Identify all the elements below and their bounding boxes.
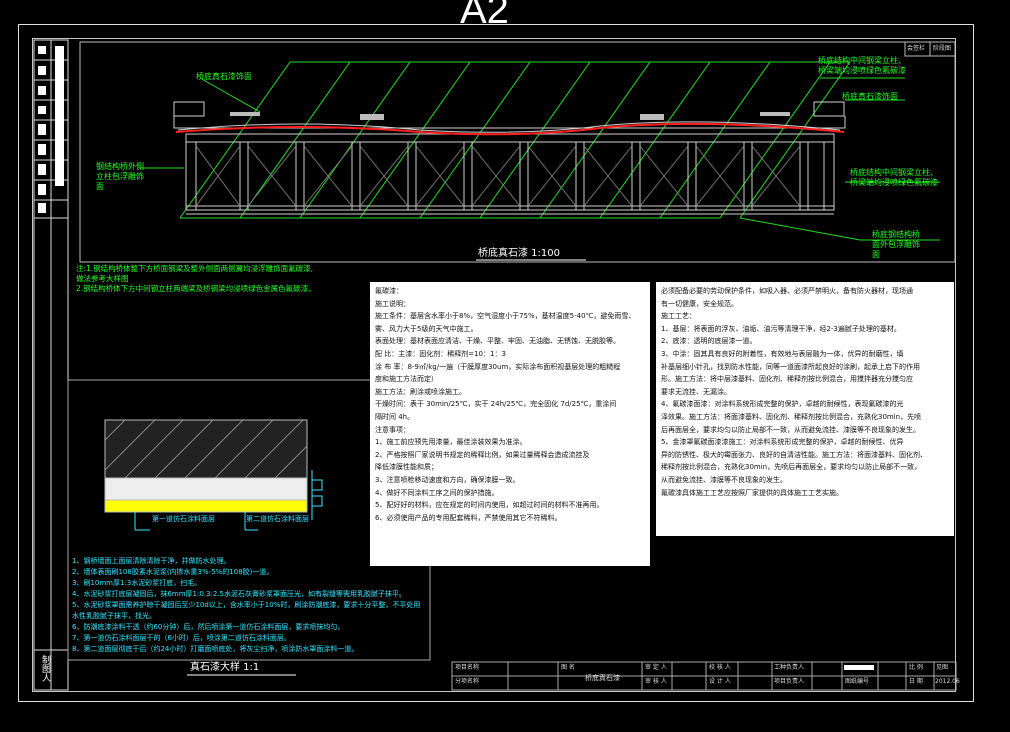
stamp-label-2: 阶段图 [933, 45, 952, 52]
tb-proofer-label: 校 核 人 [709, 664, 731, 671]
side-label: 制图人 [40, 655, 50, 682]
main-drawing-title: 桥底真石漆 1:100 [478, 248, 560, 259]
detail-label-2: 第二道仿石涂料面层 [246, 514, 309, 525]
detail-steps: 1、钢桥墙面上面层清除清除干净，并做防水处理。 2、墙体表面刷108胶素水泥浆(… [72, 557, 421, 653]
deck-paint-line [175, 122, 845, 136]
detail-label-1: 第一道仿石涂料面层 [152, 514, 215, 525]
tb-drawing-name: 桥底真石漆 [585, 674, 620, 682]
tb-designer-label: 设 计 人 [709, 678, 731, 685]
tb-branch-label: 分项名称 [455, 678, 480, 685]
general-notes: 注:1.钢结构桥体整下方桥面钢梁及整外侧面两侧翼均浸浮雕饰面氟碳漆, 做法参考大… [76, 264, 316, 293]
spec-box-right: 必须配备必要的劳动保护条件，如吸入器、必须严禁明火，备有防火器材，现场通 有一切… [656, 282, 954, 536]
callout-top-left: 桥底真石漆饰面 [196, 72, 252, 81]
tb-drawing-no-label: 图纸编号 [845, 678, 870, 685]
detail-drawing-title: 真石漆大样 1:1 [190, 662, 260, 673]
tb-drawing-name-label: 图 名 [561, 664, 575, 671]
callout-mid-right: 桥底结构中间钢梁立柱、 桥梁端均浸喷绿色氟碳漆 [850, 168, 938, 187]
tb-project-lead-label: 项目负责人 [774, 678, 805, 685]
tb-scale-label: 比 例 [909, 664, 923, 671]
tb-scale-value: 见图 [936, 664, 949, 671]
callout-top-right: 桥底结构中间钢梁立柱、 桥梁端均浸喷绿色氟碳漆 [818, 56, 906, 75]
tb-checker-label: 审 核 人 [645, 678, 667, 685]
callout-top-mid: 桥底真石漆饰面 [842, 92, 898, 101]
tb-reviewer-label: 审 定 人 [645, 664, 667, 671]
tb-date-value: 2012.06 [935, 678, 960, 685]
tb-project-name-label: 项目名称 [455, 664, 480, 671]
callout-bottom-right: 桥底钢结构桥 面外包浮雕饰 面 [872, 230, 920, 259]
paint-zone-hatch [140, 61, 940, 241]
title-block-grid [451, 661, 957, 691]
bridge-diagonals [195, 145, 801, 207]
spec-box-left: 氟碳漆： 施工说明： 施工条件：基层含水率小于8%，空气湿度小于75%，基材温度… [370, 282, 650, 566]
tb-date-label: 日 期 [909, 678, 923, 685]
stamp-label-1: 会签栏 [907, 45, 926, 52]
tb-lead-label: 工种负责人 [774, 664, 805, 671]
callout-left: 钢结构桥外侧 立柱包浮雕饰 面 [96, 162, 144, 191]
